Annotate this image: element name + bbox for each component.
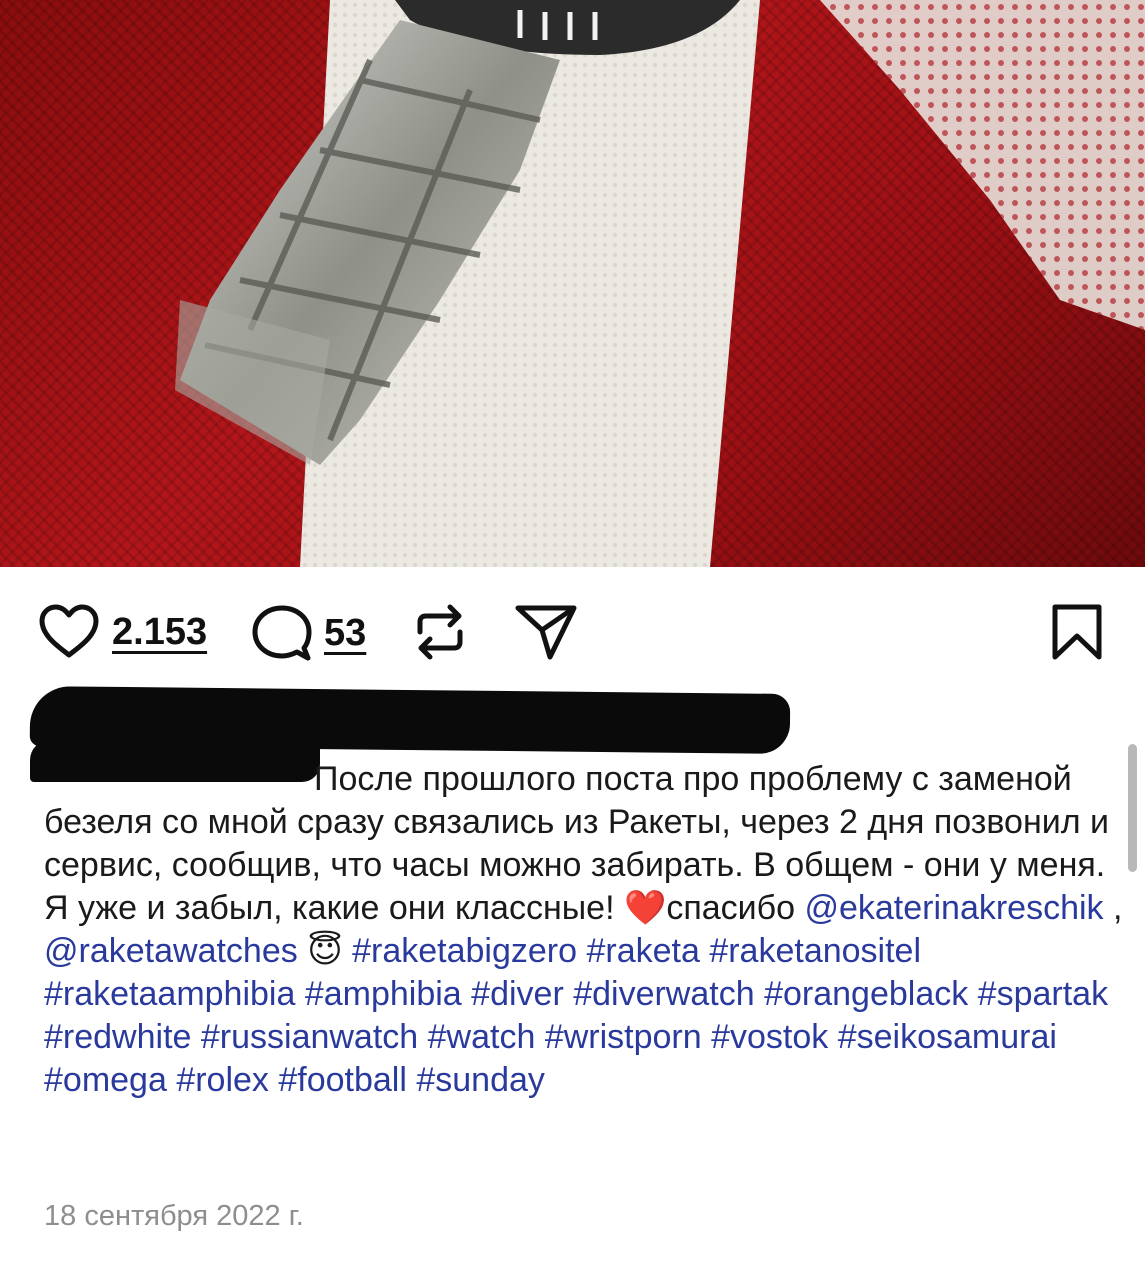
send-paper-plane-icon [515,605,577,660]
heart-outline-icon [39,604,99,658]
likes-count[interactable]: 2.153 [112,611,207,654]
post-photo[interactable] [0,0,1145,567]
watch-photo-illustration [175,0,1145,567]
thanks-text: спасибо [666,889,805,927]
angel-emoji: 😇 [307,932,343,970]
post-caption: После прошлого поста про проблему с заме… [44,758,1124,1102]
separator-text: , [1103,889,1123,927]
scrollbar[interactable] [1128,744,1137,872]
comment-button[interactable]: 53 [252,604,366,662]
bookmark-icon [1052,604,1102,660]
mention-raketawatches[interactable]: @raketawatches [44,932,298,970]
share-button[interactable] [514,602,578,662]
like-button[interactable]: 2.153 [38,604,207,660]
repost-arrows-icon [417,604,463,660]
heart-emoji: ❤️ [623,889,667,927]
repost-button[interactable] [412,602,468,662]
post-date: 18 сентября 2022 г. [44,1200,304,1232]
comment-bubble-icon [252,605,312,661]
mention-ekaterinakreschik[interactable]: @ekaterinakreschik [804,889,1103,927]
comments-count[interactable]: 53 [324,612,366,655]
save-button[interactable] [1050,602,1104,662]
post-action-bar: 2.153 53 [0,596,1145,666]
